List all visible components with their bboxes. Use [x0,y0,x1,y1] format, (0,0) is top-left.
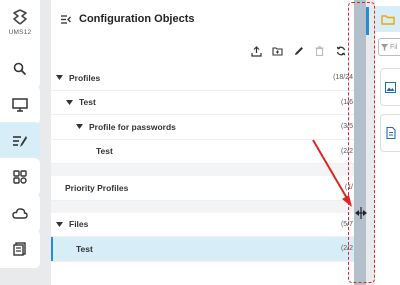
edit-button[interactable] [288,41,309,61]
section-divider [51,164,357,176]
document-icon [385,127,396,139]
tree-row-label: Test [79,97,96,108]
upload-icon [251,45,262,57]
collapse-panel-icon[interactable] [61,14,71,24]
toolbar [51,38,357,64]
annotation-highlight-box [348,2,375,283]
caret-down-icon[interactable] [75,123,83,131]
image-file-card[interactable] [380,68,400,106]
nav-apps-button[interactable] [0,158,40,196]
configuration-icon [13,136,27,147]
tree-row-label: Profile for passwords [89,121,176,132]
edit-icon [294,47,303,55]
tree-row-profiles[interactable]: Profiles (18/24 [51,66,357,91]
configuration-objects-panel: Configuration Objects Profiles (18/24 Te… [51,0,357,285]
tree-row-test-file[interactable]: Test (2/2 [51,237,357,262]
cloud-icon [12,208,28,219]
upload-button[interactable] [246,41,267,61]
tree-row-label: Priority Profiles [65,182,129,193]
tree-row-files[interactable]: Files (5/7 [51,213,357,237]
new-folder-icon [272,47,283,56]
nav-configuration-button[interactable] [0,122,40,160]
search-icon [13,62,27,76]
nav-devices-button[interactable] [0,86,40,124]
tree-row-priority-profiles[interactable]: Priority Profiles (1/ [51,176,357,201]
document-file-card[interactable] [380,114,400,152]
documents-icon [13,242,26,256]
caret-down-icon[interactable] [55,74,63,82]
left-nav-rail: UMS12 [0,0,42,285]
tree-row-profile-for-passwords[interactable]: Profile for passwords (3/5 [51,115,357,140]
tree-row-test[interactable]: Test (1/6 [51,91,357,115]
nav-documents-button[interactable] [0,230,40,268]
delete-button[interactable] [309,41,330,61]
brand-label: UMS12 [8,29,32,36]
filter-placeholder: Fil [390,43,398,51]
caret-down-icon[interactable] [55,220,63,228]
image-icon [385,81,396,93]
monitor-icon [12,98,28,112]
section-divider [51,200,357,213]
refresh-icon [336,46,345,56]
nav-search-button[interactable] [0,50,40,88]
folder-tab[interactable] [375,6,400,32]
logo-icon [13,9,27,25]
tree-row-label: Profiles [69,72,101,83]
panel-header: Configuration Objects [51,0,357,38]
tree-row-label: Test [96,146,113,157]
folder-icon [380,14,395,25]
filter-icon [381,43,388,51]
caret-down-icon[interactable] [65,98,73,106]
config-tree: Profiles (18/24 Test (1/6 Profile for pa… [51,66,357,262]
page-title: Configuration Objects [79,13,195,25]
tree-row-label: Files [69,219,89,230]
nav-cloud-button[interactable] [0,194,40,232]
delete-icon [315,46,324,56]
filter-input[interactable]: Fil [378,38,400,56]
resize-cursor-icon [355,207,367,219]
tree-row-label: Test [76,243,93,254]
tree-row-test-profile[interactable]: Test (2/2 [51,140,357,164]
apps-grid-icon [13,170,27,184]
new-folder-button[interactable] [267,41,288,61]
